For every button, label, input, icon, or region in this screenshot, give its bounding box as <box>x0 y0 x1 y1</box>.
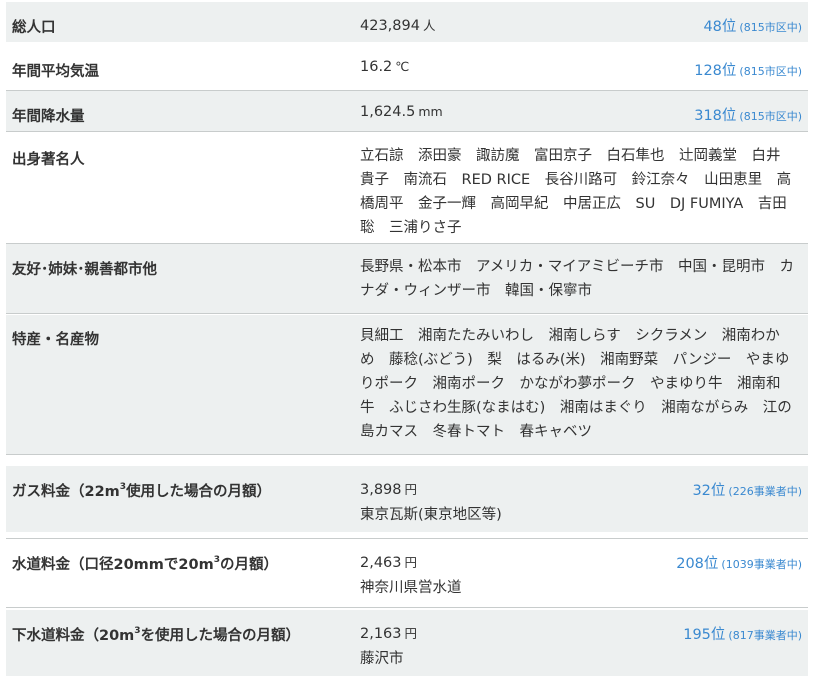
specialty-list: 貝細工 湘南たたみいわし 湘南しらす シクラメン 湘南わかめ 藤稔(ぶどう) 梨… <box>360 328 792 440</box>
value-unit: 円 <box>404 482 418 497</box>
value-number: 16.2 <box>360 59 393 75</box>
row-label: 下水道料金（20m3を使用した場合の月額） <box>12 626 301 644</box>
row-specialties: 特産・名産物 貝細工 湘南たたみいわし 湘南しらす シクラメン 湘南わかめ 藤稔… <box>6 315 808 455</box>
row-label: 水道料金（口径20mmで20m3の月額） <box>12 555 278 573</box>
rank-number[interactable]: 48位 <box>703 19 736 35</box>
row-gas: ガス料金（22m3使用した場合の月額） 3,898 円 東京瓦斯(東京地区等) 3… <box>6 466 808 532</box>
row-value: 1,624.5 mm <box>360 104 443 120</box>
row-label: 特産・名産物 <box>12 332 99 348</box>
provider-name: 藤沢市 <box>360 651 404 667</box>
rank-number[interactable]: 32位 <box>692 483 725 499</box>
rank-total[interactable]: (815市区中) <box>739 21 802 34</box>
rank-total[interactable]: (815市区中) <box>739 110 802 123</box>
value-unit: mm <box>418 104 443 119</box>
value-number: 2,163 <box>360 626 402 642</box>
rank-number[interactable]: 208位 <box>676 556 718 572</box>
rank-link[interactable]: 208位 (1039事業者中) <box>676 552 802 573</box>
value-number: 1,624.5 <box>360 104 416 120</box>
row-label: 年間平均気温 <box>12 64 99 80</box>
value-unit: 人 <box>422 18 436 33</box>
row-value: 423,894 人 <box>360 15 435 34</box>
row-label: ガス料金（22m3使用した場合の月額） <box>12 482 272 500</box>
row-sewer: 下水道料金（20m3を使用した場合の月額） 2,163 円 藤沢市 195位 (81… <box>6 610 808 676</box>
rank-number[interactable]: 195位 <box>683 627 725 643</box>
row-water: 水道料金（口径20mmで20m3の月額） 2,463 円 神奈川県営水道 208位… <box>6 538 808 608</box>
row-label: 友好･姉妹･親善都市他 <box>12 262 157 278</box>
rank-link[interactable]: 128位 (815市区中) <box>694 59 802 80</box>
row-value: 2,163 円 <box>360 623 417 642</box>
row-rainfall: 年間降水量 1,624.5 mm 318位 (815市区中) <box>6 90 808 132</box>
row-celebrities: 出身著名人 立石諒 添田豪 諏訪魔 富田京子 白石隼也 辻岡義堂 白井貴子 南流… <box>6 134 808 242</box>
rank-total[interactable]: (815市区中) <box>739 65 802 78</box>
row-population: 総人口 423,894 人 48位 (815市区中) <box>6 2 808 42</box>
row-label: 総人口 <box>12 20 56 36</box>
row-temperature: 年間平均気温 16.2 ℃ 128位 (815市区中) <box>6 46 808 88</box>
value-number: 3,898 <box>360 482 402 498</box>
rank-number[interactable]: 128位 <box>694 63 736 79</box>
row-value: 16.2 ℃ <box>360 59 409 75</box>
row-label: 年間降水量 <box>12 109 85 125</box>
row-label: 出身著名人 <box>12 152 85 168</box>
rank-number[interactable]: 318位 <box>694 108 736 124</box>
value-number: 423,894 <box>360 18 420 34</box>
row-value: 3,898 円 <box>360 479 417 498</box>
row-sister-cities: 友好･姉妹･親善都市他 長野県・松本市 アメリカ・マイアミビーチ市 中国・昆明市… <box>6 243 808 314</box>
sister-city-list: 長野県・松本市 アメリカ・マイアミビーチ市 中国・昆明市 カナダ・ウィンザー市 … <box>360 259 794 299</box>
rank-total[interactable]: (1039事業者中) <box>721 558 802 571</box>
rank-link[interactable]: 195位 (817事業者中) <box>683 623 802 644</box>
value-number: 2,463 <box>360 555 402 571</box>
rank-total[interactable]: (226事業者中) <box>728 485 802 498</box>
provider-name: 神奈川県営水道 <box>360 580 462 596</box>
provider-name: 東京瓦斯(東京地区等) <box>360 507 502 523</box>
rank-link[interactable]: 48位 (815市区中) <box>703 15 802 36</box>
celebrity-list: 立石諒 添田豪 諏訪魔 富田京子 白石隼也 辻岡義堂 白井貴子 南流石 RED … <box>360 148 792 236</box>
rank-link[interactable]: 32位 (226事業者中) <box>692 479 802 500</box>
value-unit: 円 <box>404 555 418 570</box>
value-unit: 円 <box>404 626 418 641</box>
rank-total[interactable]: (817事業者中) <box>728 629 802 642</box>
row-value: 2,463 円 <box>360 552 417 571</box>
rank-link[interactable]: 318位 (815市区中) <box>694 104 802 125</box>
value-unit: ℃ <box>395 59 410 74</box>
